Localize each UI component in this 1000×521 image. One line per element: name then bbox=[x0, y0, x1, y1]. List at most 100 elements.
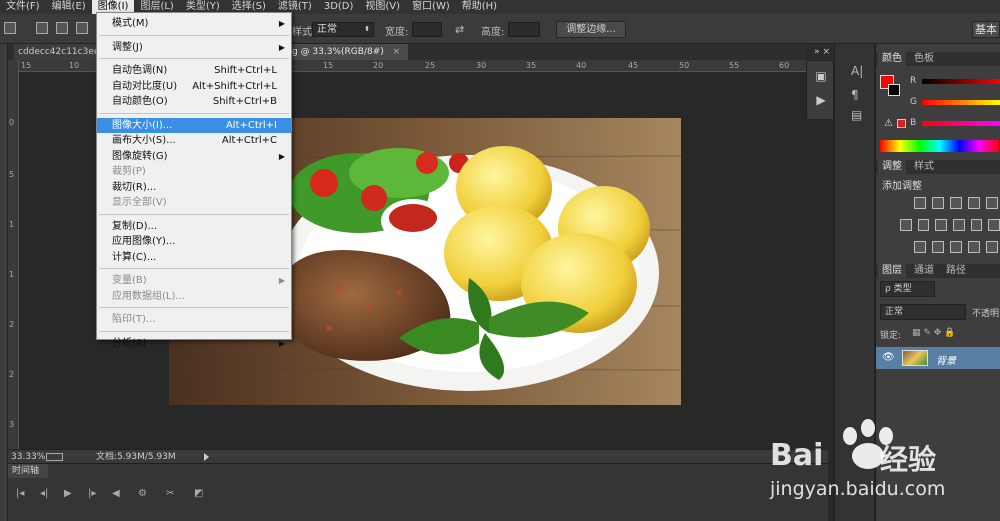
width-label: 宽度: bbox=[385, 27, 409, 38]
posterize-icon[interactable] bbox=[932, 241, 944, 253]
submenu-arrow-icon: ▶ bbox=[278, 19, 285, 28]
menu-separator bbox=[99, 213, 289, 215]
transition-icon[interactable]: ◩ bbox=[194, 488, 203, 499]
timeline-tab[interactable]: 时间轴 bbox=[8, 464, 48, 478]
layer-row-background[interactable]: 👁 背景 bbox=[876, 347, 1000, 369]
history-icon[interactable]: ▣ bbox=[813, 69, 829, 85]
red-slider[interactable] bbox=[922, 79, 1000, 84]
tool-preset-icon[interactable]: ▤ bbox=[851, 108, 862, 122]
selection-new-icon[interactable] bbox=[36, 22, 48, 34]
status-bar: 33.33% 文档:5.93M/5.93M bbox=[8, 449, 828, 463]
menu-item-15[interactable]: 复制(D)... bbox=[97, 219, 291, 234]
menu-item[interactable]: 3D(D) bbox=[318, 0, 360, 14]
brightness-icon[interactable] bbox=[914, 197, 926, 209]
color-spectrum[interactable] bbox=[880, 140, 999, 152]
menu-item[interactable]: 窗口(W) bbox=[406, 0, 456, 14]
color-lookup-icon[interactable] bbox=[988, 219, 1000, 231]
blend-mode-select[interactable]: 正常 bbox=[880, 304, 966, 320]
visibility-eye-icon[interactable]: 👁 bbox=[882, 352, 895, 363]
levels-icon[interactable] bbox=[932, 197, 944, 209]
menu-item-10[interactable]: 图像旋转(G) ▶ bbox=[97, 149, 291, 164]
invert-icon[interactable] bbox=[914, 241, 926, 253]
tab-channels[interactable]: 通道 bbox=[910, 264, 938, 278]
refine-edge-button[interactable]: 调整边缘... bbox=[556, 21, 626, 38]
gradient-map-icon[interactable] bbox=[968, 241, 980, 253]
style-select[interactable]: 正常 ⬍ bbox=[312, 22, 374, 37]
menu-item[interactable]: 视图(V) bbox=[359, 0, 406, 14]
curves-icon[interactable] bbox=[950, 197, 962, 209]
workspace-button[interactable]: 基本 bbox=[972, 21, 1000, 38]
menu-item-5[interactable]: 自动对比度(U) Alt+Shift+Ctrl+L bbox=[97, 79, 291, 94]
threshold-icon[interactable] bbox=[950, 241, 962, 253]
menu-item[interactable]: 文件(F) bbox=[0, 0, 46, 14]
tab-paths[interactable]: 路径 bbox=[942, 264, 970, 278]
selection-add-icon[interactable] bbox=[56, 22, 68, 34]
menu-item-12[interactable]: 裁切(R)... bbox=[97, 180, 291, 195]
menu-item-22: 陷印(T)... bbox=[97, 312, 291, 327]
menu-item-shortcut: Shift+Ctrl+L bbox=[214, 65, 277, 76]
actions-play-icon[interactable]: ▶ bbox=[813, 93, 829, 109]
selective-color-icon[interactable] bbox=[986, 241, 998, 253]
ruler-tick-label: 40 bbox=[576, 61, 587, 70]
zoom-level[interactable]: 33.33% bbox=[11, 450, 45, 464]
color-panel-tabs: 颜色 色板 bbox=[876, 52, 1000, 66]
lock-label: 锁定: bbox=[880, 331, 902, 341]
baidu-watermark: Bai 经验 jingyan.baidu.com bbox=[770, 416, 1000, 516]
layer-kind-filter[interactable]: ρ 类型 bbox=[880, 281, 935, 297]
menu-item-16[interactable]: 应用图像(Y)... bbox=[97, 234, 291, 249]
gamut-swatch[interactable] bbox=[897, 119, 906, 128]
lock-icons[interactable]: ▦ ✎ ✥ 🔒 bbox=[912, 328, 955, 338]
tab-color[interactable]: 颜色 bbox=[878, 52, 906, 66]
menu-item-0[interactable]: 模式(M) ▶ bbox=[97, 16, 291, 31]
marquee-new-icon[interactable] bbox=[4, 22, 16, 34]
tab-document-2[interactable]: g @ 33.3%(RGB/8#) × bbox=[288, 44, 408, 60]
green-slider[interactable] bbox=[922, 100, 1000, 105]
step-back-icon[interactable]: ◂| bbox=[40, 488, 48, 499]
tab-adjustments[interactable]: 调整 bbox=[878, 160, 906, 174]
width-input[interactable] bbox=[412, 22, 442, 37]
menu-item-8[interactable]: 图像大小(I)... Alt+Ctrl+I bbox=[97, 117, 291, 133]
exposure-icon[interactable] bbox=[968, 197, 980, 209]
menu-item[interactable]: 编辑(E) bbox=[46, 0, 92, 14]
tab-swatches[interactable]: 色板 bbox=[910, 52, 938, 66]
chevron-updown-icon: ⬍ bbox=[364, 25, 370, 33]
blue-slider[interactable] bbox=[922, 121, 1000, 126]
background-color-swatch[interactable] bbox=[888, 84, 900, 96]
adjust-row-2 bbox=[900, 219, 1000, 233]
step-forward-icon[interactable]: |▸ bbox=[88, 488, 96, 499]
dock-header[interactable]: » × bbox=[806, 47, 834, 59]
go-first-icon[interactable]: |◂ bbox=[16, 488, 24, 499]
tab-layers[interactable]: 图层 bbox=[878, 264, 906, 278]
tab-document-1[interactable]: cddecc42c11c3ee9 bbox=[14, 44, 105, 60]
menu-item-9[interactable]: 画布大小(S)... Alt+Ctrl+C bbox=[97, 133, 291, 148]
vibrance-icon[interactable] bbox=[986, 197, 998, 209]
swap-icon[interactable]: ⇄ bbox=[455, 23, 464, 36]
cut-icon[interactable]: ✂ bbox=[166, 488, 174, 499]
menu-item-label: 自动对比度(U) bbox=[112, 80, 178, 92]
menu-item-6[interactable]: 自动颜色(O) Shift+Ctrl+B bbox=[97, 94, 291, 109]
close-icon[interactable]: × bbox=[393, 47, 401, 57]
menu-item-2[interactable]: 调整(J) ▶ bbox=[97, 40, 291, 55]
arrow-right-icon[interactable] bbox=[204, 453, 209, 461]
menu-item-17[interactable]: 计算(C)... bbox=[97, 250, 291, 265]
submenu-arrow-icon: ▶ bbox=[278, 42, 285, 52]
character-icon[interactable]: A| bbox=[851, 64, 863, 78]
black-white-icon[interactable] bbox=[935, 219, 948, 231]
menu-item-4[interactable]: 自动色调(N) Shift+Ctrl+L bbox=[97, 63, 291, 78]
play-icon[interactable]: ▶ bbox=[64, 488, 72, 499]
settings-icon[interactable]: ⚙ bbox=[138, 488, 147, 499]
submenu-arrow-icon: ▶ bbox=[278, 151, 285, 161]
audio-icon[interactable]: ◀ bbox=[112, 488, 120, 499]
selection-subtract-icon[interactable] bbox=[76, 22, 88, 34]
menu-item-24[interactable]: 分析(A) ▶ bbox=[97, 336, 291, 351]
hue-saturation-icon[interactable] bbox=[900, 219, 912, 231]
tab-styles[interactable]: 样式 bbox=[910, 160, 938, 174]
menu-separator bbox=[99, 268, 289, 269]
height-input[interactable] bbox=[508, 22, 540, 37]
channel-mixer-icon[interactable] bbox=[970, 219, 983, 231]
menu-item-11: 裁剪(P) bbox=[97, 164, 291, 179]
color-balance-icon[interactable] bbox=[917, 219, 930, 231]
paragraph-icon[interactable]: ¶ bbox=[851, 88, 859, 102]
photo-filter-icon[interactable] bbox=[953, 219, 965, 231]
menu-item[interactable]: 帮助(H) bbox=[456, 0, 503, 14]
